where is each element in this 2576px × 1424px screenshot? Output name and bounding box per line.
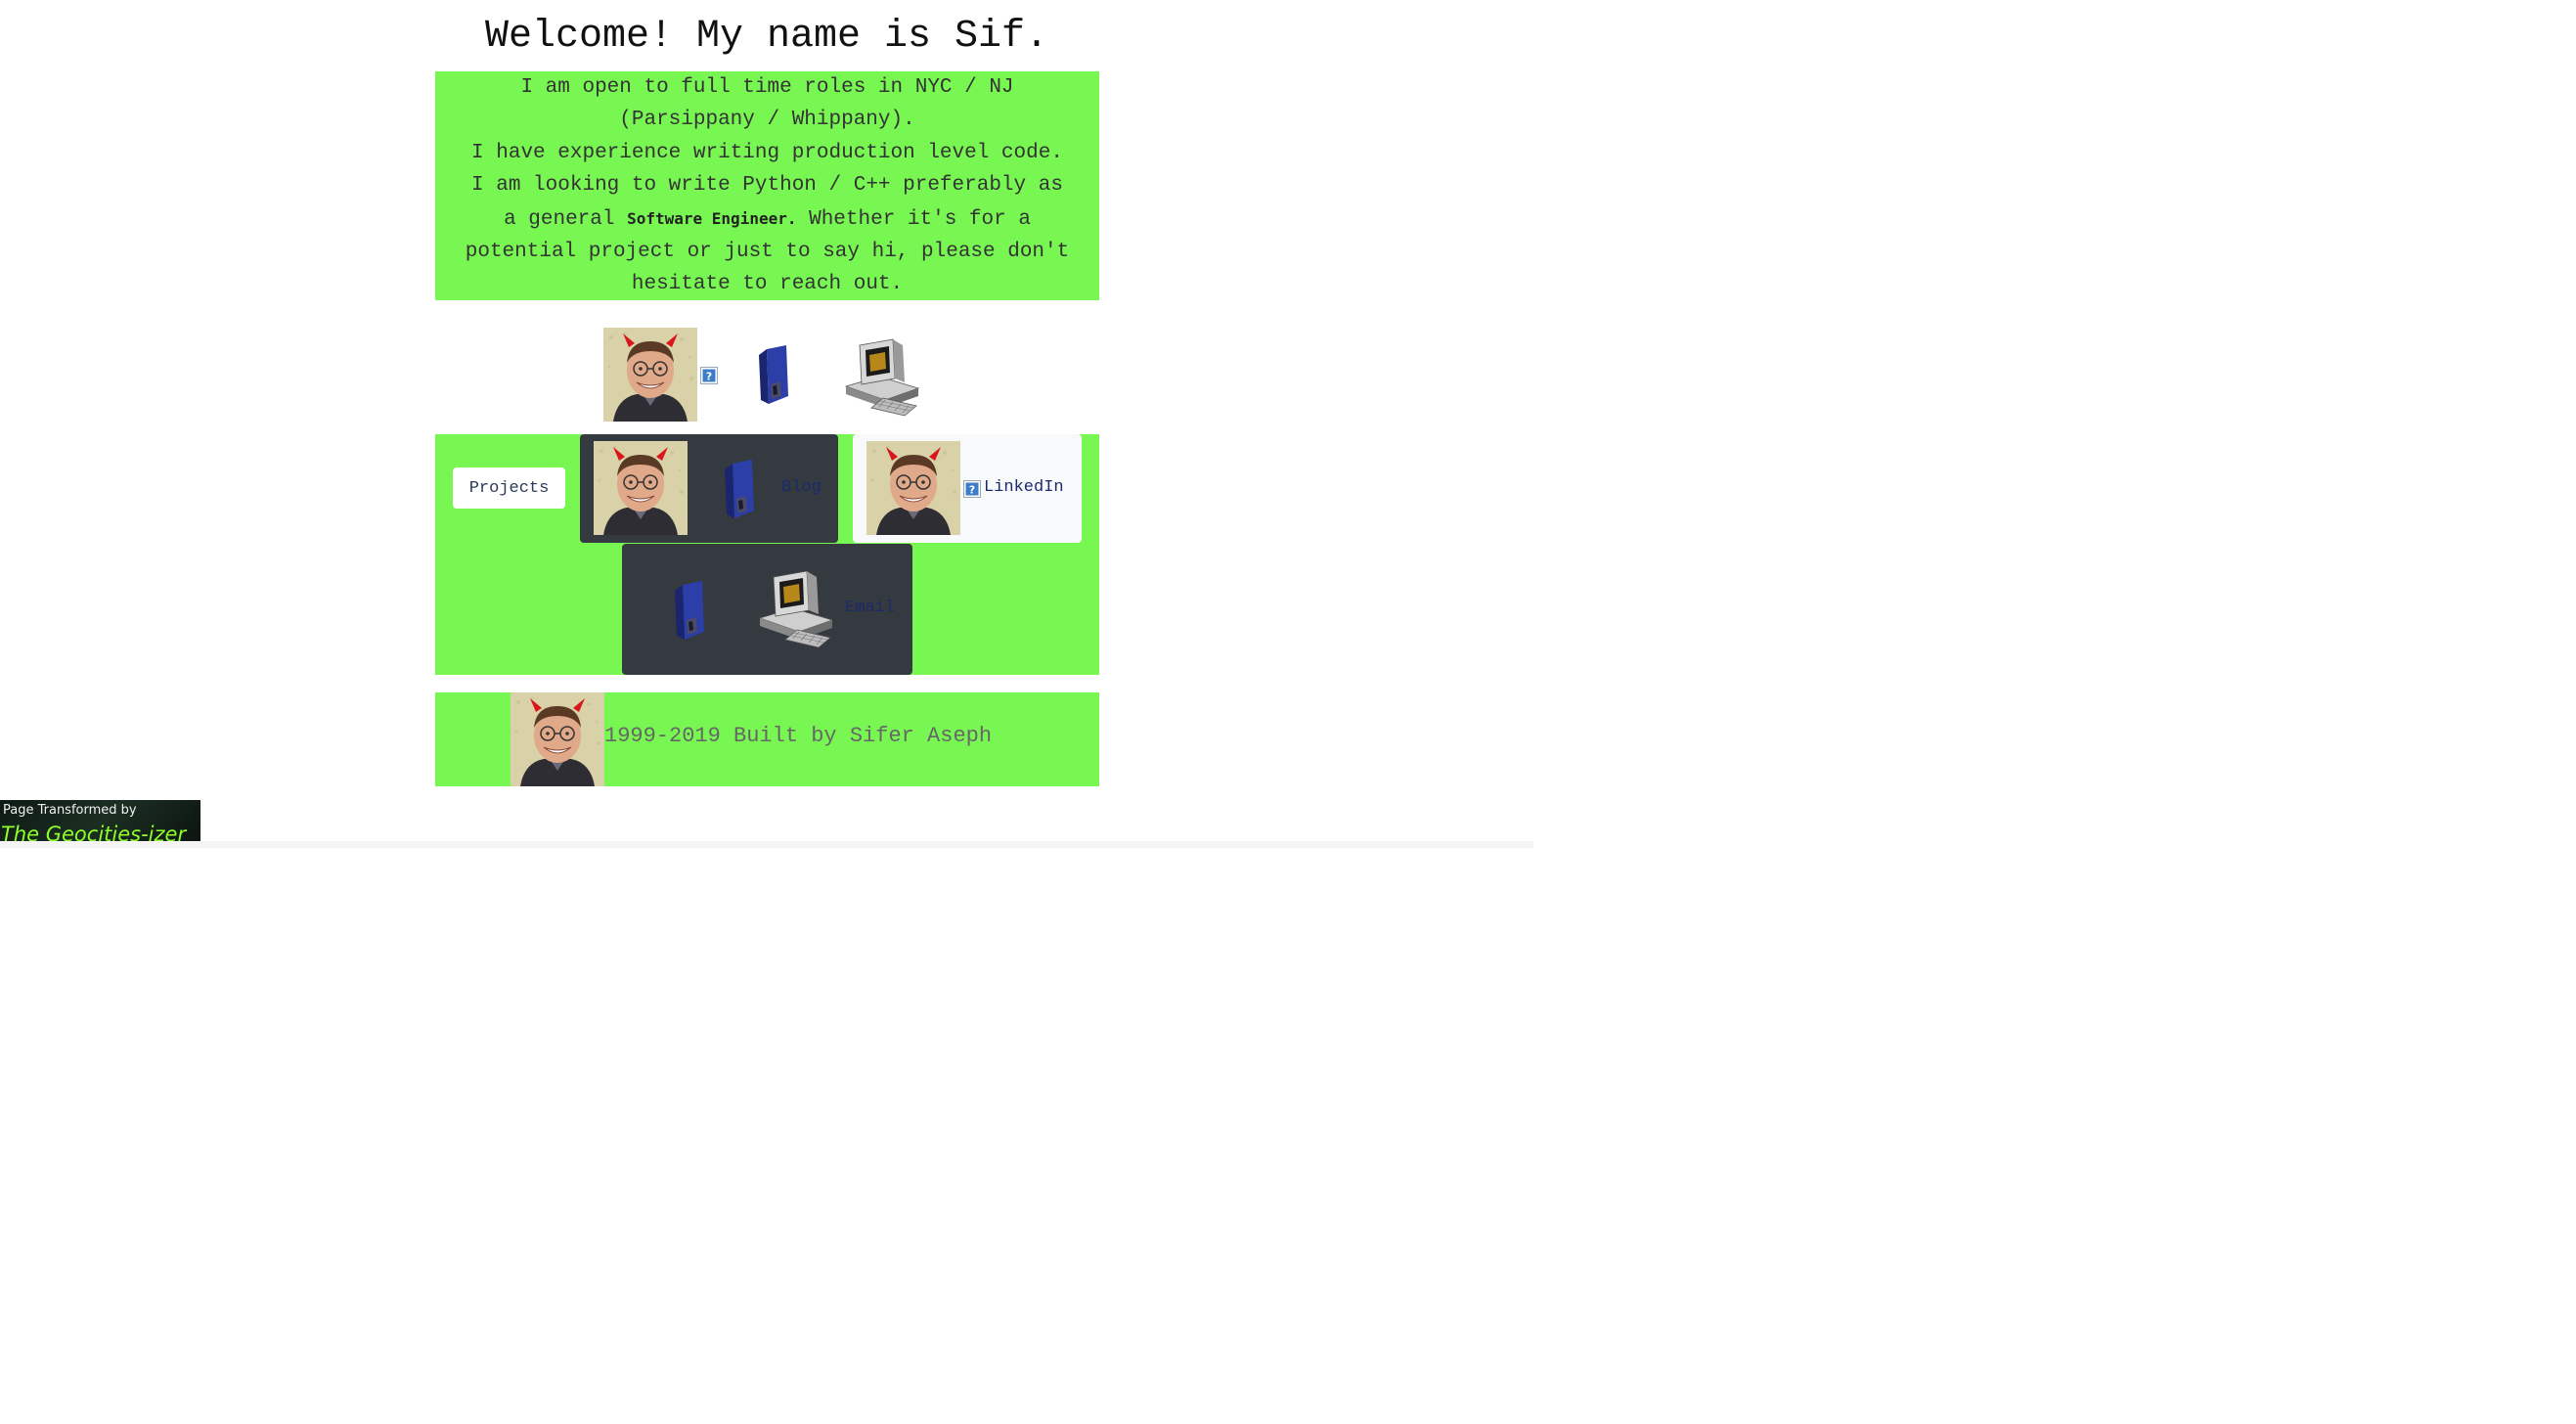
portrait-icon [511, 692, 604, 786]
linkedin-button[interactable]: LinkedIn [853, 434, 1082, 543]
floppy-disk-icon [723, 460, 756, 518]
footer-text: 1999-2019 Built by Sifer Aseph [604, 724, 993, 748]
horizontal-scrollbar[interactable] [0, 841, 1533, 848]
role-highlight: Software Engineer. [627, 208, 797, 228]
blog-label: Blog [781, 478, 822, 497]
portrait-icon [866, 441, 960, 535]
intro-panel: I am open to full time roles in NYC / NJ… [435, 71, 1099, 300]
projects-button[interactable]: Projects [453, 467, 565, 509]
page-title: Welcome! My name is Sif. [484, 15, 1049, 59]
linkedin-label: LinkedIn [984, 478, 1064, 497]
intro-line-5-post: Whether it's for a [796, 207, 1031, 231]
decorative-icon-row [603, 328, 936, 425]
intro-line-2: (Parsippany / Whippany). [619, 109, 915, 132]
badge-caption: Page Transformed by [3, 803, 137, 818]
floppy-disk-icon [673, 581, 706, 640]
nav-panel: Projects Blog LinkedIn Email [435, 434, 1099, 675]
blog-button[interactable]: Blog [580, 434, 838, 543]
intro-line-1: I am open to full time roles in NYC / NJ [520, 76, 1014, 99]
computer-icon [754, 567, 838, 651]
intro-line-4: I am looking to write Python / C++ prefe… [471, 174, 1063, 198]
intro-line-5-pre: a general [504, 207, 628, 231]
intro-line-7: hesitate to reach out. [631, 273, 904, 296]
email-button[interactable]: Email [622, 544, 912, 675]
broken-image-icon [700, 367, 718, 384]
intro-line-3: I have experience writing production lev… [471, 141, 1063, 164]
intro-line-5: a general Software Engineer. Whether it'… [435, 202, 1099, 236]
portrait-icon [603, 328, 697, 422]
page: Welcome! My name is Sif. I am open to fu… [0, 0, 1533, 848]
floppy-disk-icon [757, 345, 790, 404]
broken-image-icon [963, 480, 981, 498]
footer: 1999-2019 Built by Sifer Aseph [435, 692, 1099, 786]
email-label: Email [845, 599, 896, 617]
portrait-icon [594, 441, 688, 535]
computer-icon [840, 335, 924, 420]
intro-line-6: potential project or just to say hi, ple… [465, 241, 1070, 264]
